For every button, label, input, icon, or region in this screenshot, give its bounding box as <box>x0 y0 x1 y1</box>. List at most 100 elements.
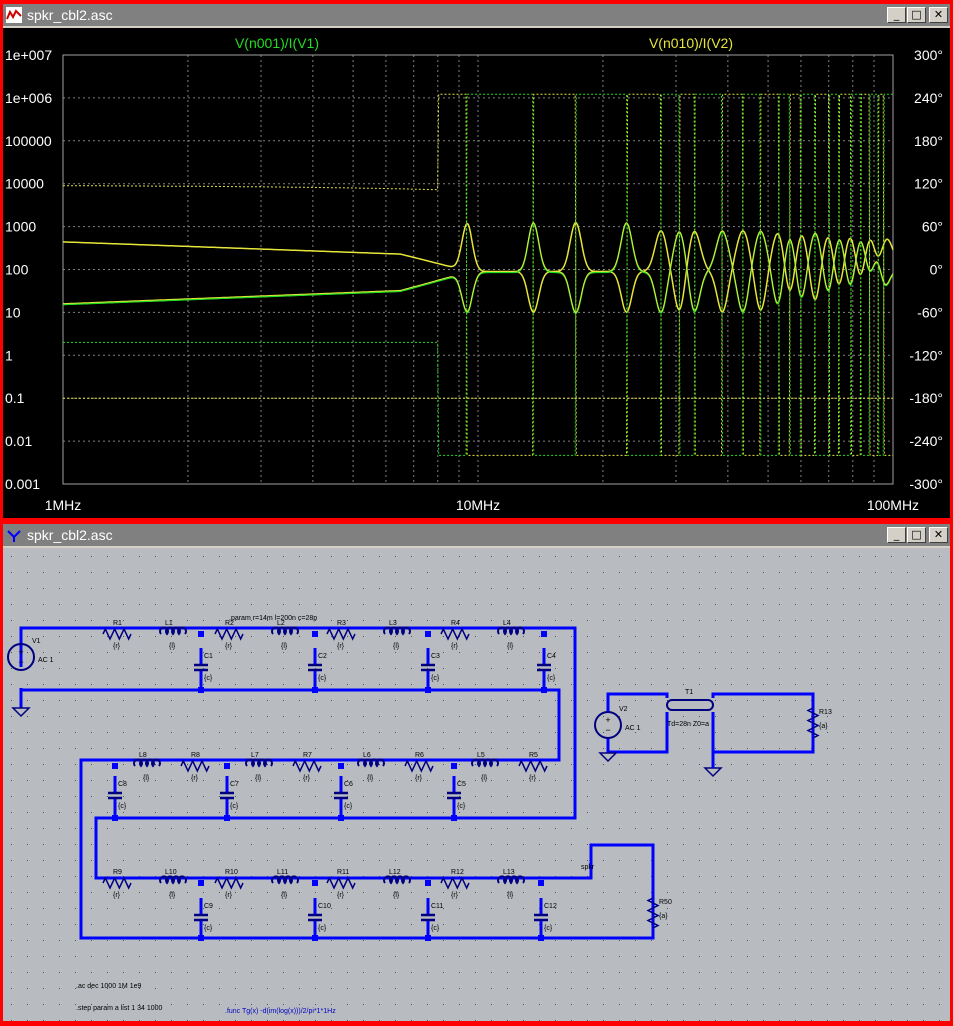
grid-dot <box>875 748 876 749</box>
grid-dot <box>235 732 236 733</box>
grid-dot <box>875 844 876 845</box>
grid-dot <box>651 684 652 685</box>
maximize-button[interactable]: □ <box>907 527 926 543</box>
grid-dot <box>731 620 732 621</box>
grid-dot <box>379 716 380 717</box>
grid-dot <box>315 716 316 717</box>
close-button[interactable]: ✕ <box>929 527 948 543</box>
grid-dot <box>379 748 380 749</box>
grid-dot <box>683 924 684 925</box>
grid-dot <box>315 796 316 797</box>
grid-dot <box>827 572 828 573</box>
grid-dot <box>619 860 620 861</box>
grid-dot <box>331 1020 332 1021</box>
grid-dot <box>635 572 636 573</box>
grid-dot <box>395 764 396 765</box>
grid-dot <box>507 988 508 989</box>
grid-dot <box>219 892 220 893</box>
capacitor-name: C2 <box>318 653 327 660</box>
grid-dot <box>43 620 44 621</box>
grid-dot <box>891 844 892 845</box>
grid-dot <box>683 908 684 909</box>
grid-dot <box>603 988 604 989</box>
grid-dot <box>539 844 540 845</box>
grid-dot <box>603 860 604 861</box>
grid-dot <box>539 796 540 797</box>
grid-dot <box>699 812 700 813</box>
grid-dot <box>11 796 12 797</box>
grid-dot <box>187 732 188 733</box>
grid-dot <box>603 972 604 973</box>
grid-dot <box>539 892 540 893</box>
grid-dot <box>331 860 332 861</box>
grid-dot <box>555 1004 556 1005</box>
grid-dot <box>747 652 748 653</box>
minimize-button[interactable]: _ <box>887 7 906 23</box>
grid-dot <box>507 604 508 605</box>
grid-dot <box>315 812 316 813</box>
grid-dot <box>603 908 604 909</box>
grid-dot <box>331 956 332 957</box>
grid-dot <box>715 636 716 637</box>
grid-dot <box>219 764 220 765</box>
grid-dot <box>939 940 940 941</box>
grid-dot <box>747 844 748 845</box>
capacitor-name: C9 <box>204 903 213 910</box>
source-minus: − <box>18 657 23 667</box>
grid-dot <box>795 892 796 893</box>
grid-dot <box>747 988 748 989</box>
grid-dot <box>427 700 428 701</box>
grid-dot <box>795 652 796 653</box>
grid-dot <box>75 956 76 957</box>
grid-dot <box>587 780 588 781</box>
grid-dot <box>347 844 348 845</box>
grid-dot <box>731 1020 732 1021</box>
grid-dot <box>75 924 76 925</box>
close-button[interactable]: ✕ <box>929 7 948 23</box>
grid-dot <box>363 956 364 957</box>
waveform-titlebar[interactable]: spkr_cbl2.asc _ □ ✕ <box>3 4 950 26</box>
grid-dot <box>331 908 332 909</box>
grid-dot <box>187 812 188 813</box>
grid-dot <box>651 604 652 605</box>
grid-dot <box>91 876 92 877</box>
grid-dot <box>107 764 108 765</box>
grid-dot <box>363 972 364 973</box>
grid-dot <box>843 588 844 589</box>
grid-dot <box>667 1004 668 1005</box>
minimize-button[interactable]: _ <box>887 527 906 543</box>
grid-dot <box>427 588 428 589</box>
grid-dot <box>683 764 684 765</box>
grid-dot <box>299 956 300 957</box>
bode-chart[interactable]: 1e+0071e+0061000001000010001001010.10.01… <box>3 28 950 518</box>
capacitor-name: C5 <box>457 781 466 788</box>
maximize-button[interactable]: □ <box>907 7 926 23</box>
grid-dot <box>283 1004 284 1005</box>
grid-dot <box>443 588 444 589</box>
capacitor-name: C7 <box>230 781 239 788</box>
grid-dot <box>747 668 748 669</box>
wire-v1-top <box>19 626 95 667</box>
grid-dot <box>187 828 188 829</box>
grid-dot <box>635 892 636 893</box>
grid-dot <box>75 812 76 813</box>
grid-dot <box>91 652 92 653</box>
schematic-canvas[interactable]: + − V1 AC 1 R1 {r} L1 {l} C1 {c} R2 {r} L2 {l} C2 {c} R3… <box>3 548 950 1021</box>
grid-dot <box>523 636 524 637</box>
grid-dot <box>155 1020 156 1021</box>
plot-area[interactable]: 1e+007 1e+006 100000 10000 1000 100 10 1 0.1 0.01… <box>3 28 950 518</box>
grid-dot <box>475 732 476 733</box>
grid-dot <box>859 1020 860 1021</box>
grid-dot <box>619 780 620 781</box>
schematic-titlebar[interactable]: spkr_cbl2.asc _ □ ✕ <box>3 524 950 546</box>
grid-dot <box>139 636 140 637</box>
schematic-drawing[interactable]: +−V1AC 1R1{r}L1{l}C1{c}R2{r}L2{l}C2{c}R3… <box>3 548 950 1021</box>
grid-dot <box>107 1020 108 1021</box>
grid-dot <box>923 892 924 893</box>
resistor-name: R1 <box>113 620 122 627</box>
grid-dot <box>523 556 524 557</box>
grid-dot <box>475 636 476 637</box>
grid-dot <box>763 780 764 781</box>
x-tick-label: 100MHz <box>867 497 919 513</box>
grid-dot <box>283 668 284 669</box>
